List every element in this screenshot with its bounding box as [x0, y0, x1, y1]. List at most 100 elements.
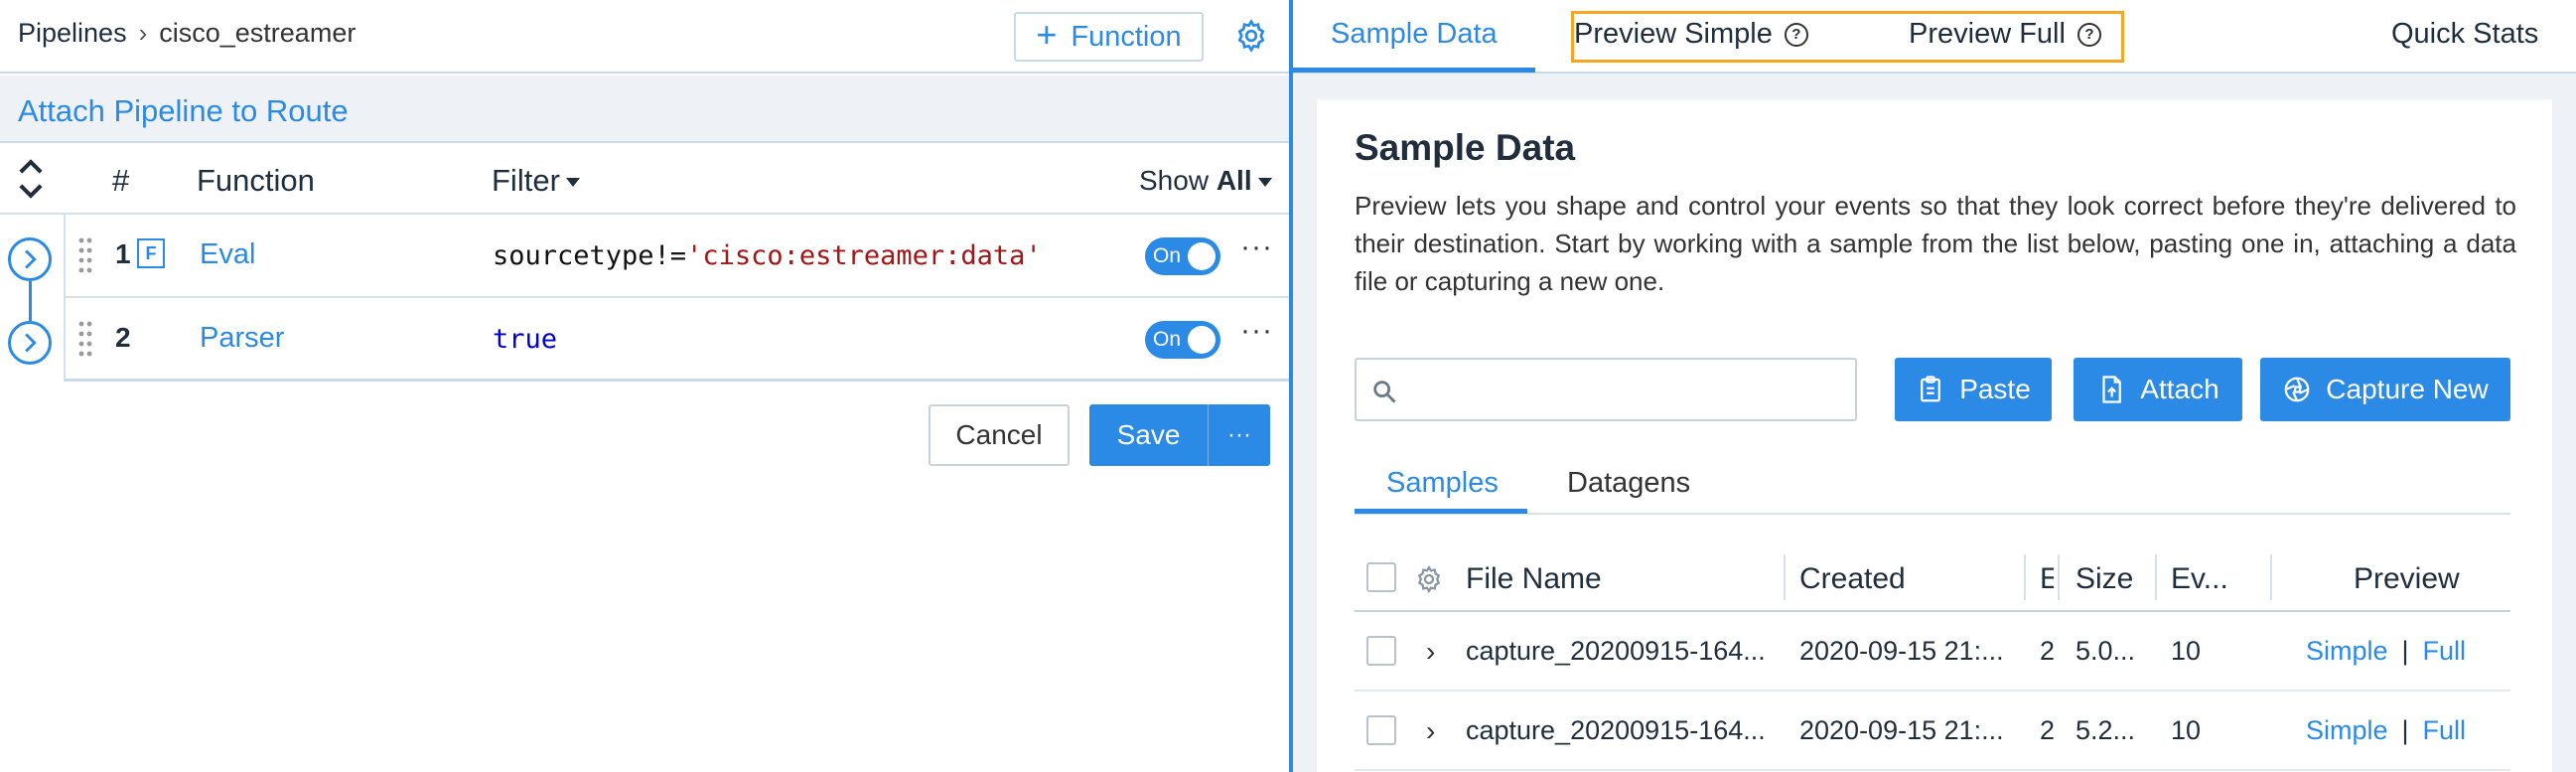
cancel-button[interactable]: Cancel — [929, 404, 1070, 466]
created-cell: 2020-09-15 21:... — [1799, 636, 2004, 666]
preview-simple-link[interactable]: Simple — [2306, 636, 2388, 666]
gear-icon[interactable] — [1414, 564, 1444, 594]
save-button[interactable]: Save — [1089, 404, 1209, 466]
file-upload-icon — [2102, 376, 2122, 403]
paste-button[interactable]: Paste — [1895, 358, 2052, 421]
preview-full-link[interactable]: Full — [2423, 715, 2467, 745]
tab-preview-full[interactable]: Preview Full ? — [1909, 18, 2101, 51]
tab-preview-simple[interactable]: Preview Simple ? — [1574, 18, 1808, 51]
function-name-link[interactable]: Eval — [200, 238, 255, 271]
table-row[interactable]: › capture_20200915-164... 2020-09-15 21:… — [1355, 692, 2510, 771]
sample-data-card: Sample Data Preview lets you shape and c… — [1317, 99, 2552, 772]
preview-simple-link[interactable]: Simple — [2306, 715, 2388, 745]
tab-samples[interactable]: Samples — [1386, 467, 1499, 500]
preview-full-link[interactable]: Full — [2423, 636, 2467, 666]
more-options-icon[interactable]: ··· — [1240, 314, 1273, 348]
sample-search-box — [1355, 358, 1857, 421]
column-file-name[interactable]: File Name — [1466, 562, 1602, 596]
tab-quick-stats[interactable]: Quick Stats — [2391, 18, 2538, 51]
file-name-cell: capture_20200915-164... — [1466, 636, 1766, 666]
column-filter-dropdown[interactable]: Filter — [492, 163, 580, 199]
tab-datagens[interactable]: Datagens — [1567, 467, 1690, 500]
column-created[interactable]: Created — [1799, 562, 1906, 596]
show-label: Show — [1139, 165, 1210, 196]
chevron-right-icon[interactable] — [8, 321, 52, 365]
caret-down-icon — [565, 178, 580, 188]
file-name-cell: capture_20200915-164... — [1466, 715, 1766, 745]
column-preview: Preview — [2354, 562, 2460, 595]
functions-table-header: # Function Filter Show All — [0, 143, 1289, 215]
more-options-icon[interactable]: ··· — [1240, 231, 1273, 264]
chevron-right-icon[interactable]: › — [1426, 715, 1435, 747]
column-size[interactable]: Size — [2075, 562, 2133, 596]
help-icon[interactable]: ? — [1784, 22, 1808, 47]
help-icon[interactable]: ? — [2076, 22, 2101, 47]
preview-tabs: Sample Data Preview Simple ? Preview Ful… — [1293, 0, 2576, 74]
drag-handle-icon[interactable] — [77, 320, 93, 360]
expand-collapse-icon[interactable] — [14, 157, 48, 201]
function-enabled-toggle[interactable]: On — [1145, 237, 1220, 275]
filter-string: 'cisco:estreamer:data' — [686, 240, 1042, 271]
column-function: Function — [197, 163, 315, 198]
tab-sample-data[interactable]: Sample Data — [1331, 18, 1498, 51]
toggle-knob — [1188, 242, 1216, 270]
chain-line — [29, 281, 32, 298]
save-more-options-button[interactable]: ··· — [1209, 404, 1270, 466]
preview-links: Simple | Full — [2306, 715, 2466, 746]
breadcrumb-separator: › — [138, 18, 148, 48]
chain-line — [29, 298, 32, 321]
size-cell: 5.0... — [2075, 636, 2136, 666]
samples-subtabs: Samples Datagens — [1355, 459, 2510, 515]
gear-icon[interactable] — [1233, 18, 1269, 54]
function-row[interactable]: 2 Parser true On ··· — [64, 298, 1289, 382]
capture-new-button[interactable]: Capture New — [2260, 358, 2510, 421]
table-row[interactable]: › capture_20200915-164... 2020-09-15 21:… — [1355, 612, 2510, 692]
drag-handle-icon[interactable] — [77, 236, 93, 276]
paste-label: Paste — [1959, 374, 2031, 404]
chevron-right-icon[interactable]: › — [1426, 636, 1435, 668]
attach-button[interactable]: Attach — [2074, 358, 2242, 421]
events-cell: 10 — [2171, 715, 2202, 745]
column-events[interactable]: Ev... — [2171, 562, 2228, 596]
column-resizer[interactable] — [2155, 554, 2157, 600]
column-e[interactable]: E — [2040, 562, 2054, 596]
e-cell: 2 — [2040, 715, 2054, 745]
aperture-icon — [2284, 377, 2310, 402]
row-checkbox[interactable] — [1366, 636, 1396, 666]
preview-pane: Sample Data Preview Simple ? Preview Ful… — [1293, 0, 2576, 772]
pipeline-header: Pipelines › cisco_estreamer + Function — [0, 0, 1289, 74]
breadcrumb-pipelines[interactable]: Pipelines — [18, 18, 127, 49]
preview-links: Simple | Full — [2306, 636, 2466, 667]
function-name-link[interactable]: Parser — [200, 322, 284, 355]
column-resizer[interactable] — [2058, 554, 2060, 600]
add-function-label: Function — [1071, 20, 1182, 53]
search-icon — [1373, 381, 1396, 403]
chevron-right-icon[interactable] — [8, 237, 52, 281]
column-resizer[interactable] — [2024, 554, 2026, 600]
events-cell: 10 — [2171, 636, 2202, 666]
active-tab-indicator — [1293, 68, 1535, 73]
sample-data-title: Sample Data — [1355, 127, 1576, 168]
column-filter-label: Filter — [492, 163, 560, 198]
link-separator: | — [2401, 715, 2409, 745]
attach-label: Attach — [2140, 374, 2219, 404]
search-input[interactable] — [1412, 370, 1839, 409]
column-resizer[interactable] — [1784, 554, 1786, 600]
save-button-group: Save ··· — [1089, 404, 1270, 466]
function-enabled-toggle[interactable]: On — [1145, 321, 1220, 359]
attach-pipeline-link[interactable]: Attach Pipeline to Route — [18, 93, 349, 129]
function-row[interactable]: 1 F Eval sourcetype!='cisco:estreamer:da… — [64, 215, 1289, 298]
select-all-checkbox[interactable] — [1366, 562, 1396, 592]
breadcrumb-current: cisco_estreamer — [159, 18, 357, 48]
size-cell: 5.2... — [2075, 715, 2136, 745]
show-filter-dropdown[interactable]: Show All — [1139, 165, 1272, 197]
add-function-button[interactable]: + Function — [1014, 12, 1204, 62]
attach-route-bar: Attach Pipeline to Route — [0, 76, 1289, 143]
column-resizer[interactable] — [2270, 554, 2272, 600]
clipboard-icon — [1921, 376, 1941, 402]
active-subtab-indicator — [1355, 509, 1527, 514]
function-number: 1 — [115, 238, 131, 269]
toggle-label: On — [1153, 328, 1182, 351]
row-checkbox[interactable] — [1366, 715, 1396, 745]
sample-data-description: Preview lets you shape and control your … — [1355, 191, 2516, 296]
